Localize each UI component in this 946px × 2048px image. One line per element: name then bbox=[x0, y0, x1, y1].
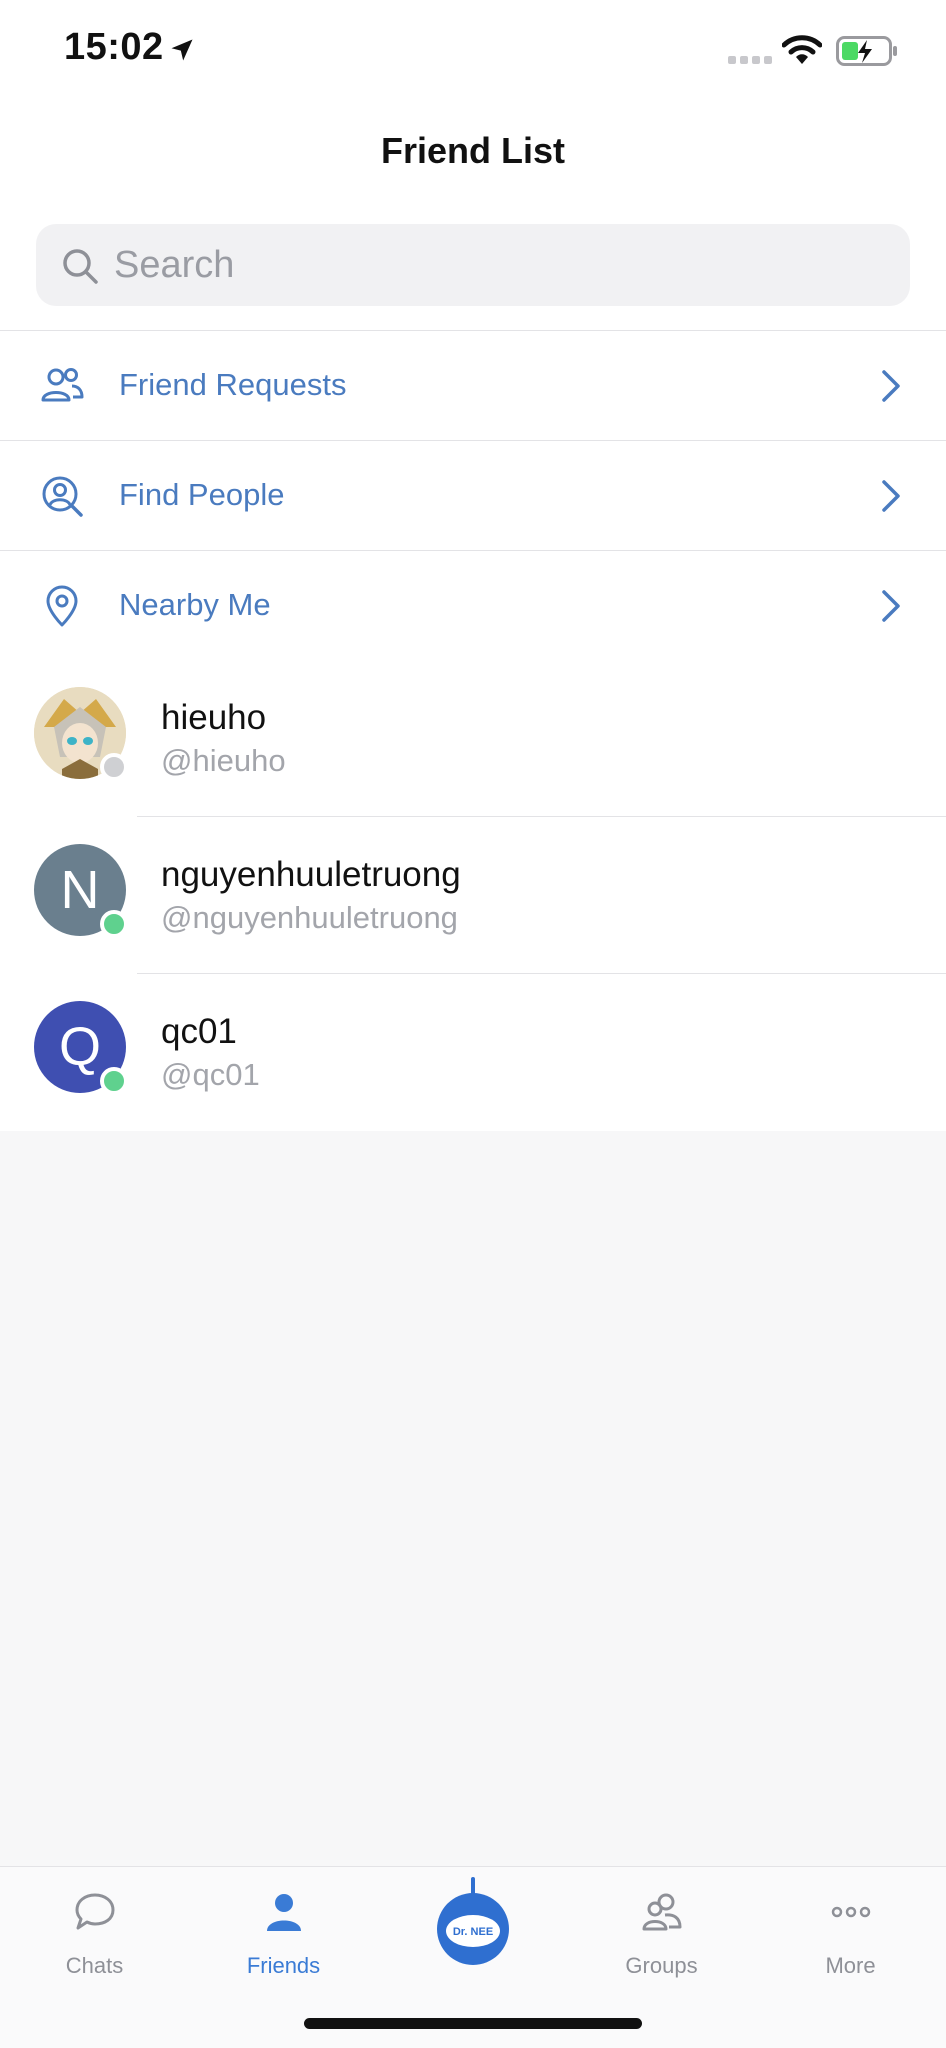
page-title: Friend List bbox=[380, 130, 565, 171]
friend-requests-icon bbox=[41, 368, 84, 402]
menu-item-friend-requests[interactable]: Friend Requests bbox=[0, 331, 946, 441]
presence-dot bbox=[100, 1067, 128, 1095]
status-time: 15:02 bbox=[64, 26, 164, 68]
battery-icon bbox=[836, 36, 897, 66]
tab-label: Groups bbox=[625, 1953, 698, 1978]
group-icon bbox=[642, 1893, 682, 1931]
person-icon bbox=[267, 1894, 301, 1931]
search-box[interactable] bbox=[36, 224, 910, 306]
friend-name: nguyenhuuletruong bbox=[161, 855, 461, 894]
menu-label: Friend Requests bbox=[119, 367, 347, 402]
home-indicator bbox=[304, 2018, 642, 2029]
svg-text:Dr. NEE: Dr. NEE bbox=[453, 1926, 493, 1938]
avatar bbox=[34, 687, 128, 781]
chevron-right-icon bbox=[882, 480, 900, 512]
friend-list: hieuho @hieuho N nguyenhuuletruong @nguy… bbox=[0, 660, 946, 1131]
search-bar bbox=[0, 200, 946, 330]
tab-label: Chats bbox=[65, 1953, 124, 1978]
menu-label: Nearby Me bbox=[119, 587, 271, 622]
search-input[interactable] bbox=[114, 224, 894, 306]
search-icon bbox=[63, 249, 98, 284]
friend-handle: @nguyenhuuletruong bbox=[161, 900, 458, 935]
friend-handle: @qc01 bbox=[161, 1057, 260, 1092]
location-pin-icon bbox=[46, 585, 78, 627]
tab-chats[interactable]: Chats bbox=[0, 1867, 189, 1987]
menu-item-find-people[interactable]: Find People bbox=[0, 441, 946, 551]
presence-dot bbox=[100, 753, 128, 781]
status-bar: 15:02 bbox=[0, 0, 946, 100]
friend-row[interactable]: hieuho @hieuho bbox=[0, 660, 946, 817]
friend-row[interactable]: Q qc01 @qc01 bbox=[0, 974, 946, 1131]
presence-dot bbox=[100, 910, 128, 938]
avatar-initial: N bbox=[60, 860, 100, 920]
avatar-initial: Q bbox=[58, 1017, 101, 1077]
friend-name: qc01 bbox=[161, 1012, 237, 1051]
more-dots-icon bbox=[831, 1906, 871, 1918]
friend-handle: @hieuho bbox=[161, 743, 286, 778]
chat-bubble-icon bbox=[75, 1893, 115, 1930]
avatar: Q bbox=[34, 1001, 128, 1095]
avatar: N bbox=[34, 844, 128, 938]
find-people-icon bbox=[42, 476, 83, 517]
menu-label: Find People bbox=[119, 477, 285, 512]
menu-list: Friend Requests Find People Nearby Me bbox=[0, 330, 946, 661]
friend-name: hieuho bbox=[161, 698, 267, 737]
cellular-signal-icon bbox=[728, 56, 772, 64]
tab-label: More bbox=[825, 1953, 876, 1978]
bot-logo-icon: Dr. NEE bbox=[437, 1877, 509, 1965]
tab-groups[interactable]: Groups bbox=[567, 1867, 756, 1987]
tab-more[interactable]: More bbox=[756, 1867, 945, 1987]
tab-dr-nee[interactable]: Dr. NEE bbox=[378, 1867, 567, 1987]
chevron-right-icon bbox=[882, 590, 900, 622]
chevron-right-icon bbox=[882, 370, 900, 402]
tab-friends[interactable]: Friends bbox=[189, 1867, 378, 1987]
tab-label: Friends bbox=[246, 1953, 321, 1978]
wifi-icon bbox=[782, 35, 822, 64]
friend-row[interactable]: N nguyenhuuletruong @nguyenhuuletruong bbox=[0, 817, 946, 974]
location-arrow-icon bbox=[171, 39, 193, 61]
menu-item-nearby-me[interactable]: Nearby Me bbox=[0, 551, 946, 661]
